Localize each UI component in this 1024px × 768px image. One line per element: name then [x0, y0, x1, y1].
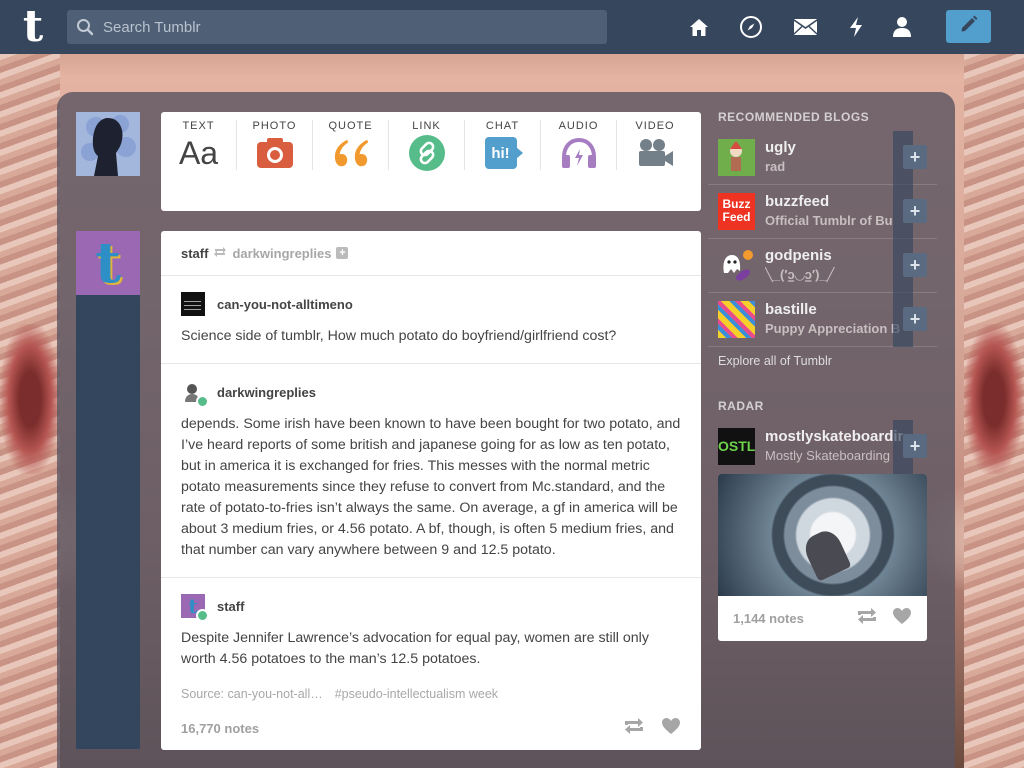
post-type-video[interactable]: VIDEO — [617, 120, 693, 170]
tumblr-logo[interactable]: t — [17, 5, 49, 49]
blog-name: buzzfeed — [765, 193, 830, 210]
reblog-small-icon — [213, 246, 227, 261]
reblog-user-avatar[interactable] — [181, 380, 209, 408]
reblog-entry: can-you-not-alltimeno Science side of tu… — [161, 276, 701, 364]
post-type-photo[interactable]: PHOTO — [237, 120, 313, 170]
explore-link[interactable]: Explore all of Tumblr — [718, 354, 832, 368]
text-icon: Aa — [178, 134, 219, 171]
reblog-entry: darkwingreplies depends. Some irish have… — [161, 364, 701, 578]
recommended-blog[interactable]: Buzz Feed buzzfeed Official Tumblr of Bu … — [708, 185, 937, 239]
radar-blog[interactable]: OSTL mostlyskateboarding Mostly Skateboa… — [708, 420, 937, 474]
blog-subtitle: Puppy Appreciation B — [765, 321, 901, 336]
my-avatar[interactable] — [76, 112, 140, 176]
blog-name: godpenis — [765, 247, 832, 264]
quote-icon — [332, 136, 370, 170]
post-type-bar: TEXT Aa PHOTO QUOTE LINK CHAT hi! AUDIO — [161, 112, 701, 211]
background-right-edge — [964, 54, 1024, 768]
follow-plus-icon[interactable]: + — [903, 199, 927, 223]
like-heart-icon[interactable] — [892, 607, 912, 630]
post-tag[interactable]: #pseudo-intellectualism week — [335, 687, 498, 701]
inbox-envelope-icon[interactable] — [792, 14, 818, 40]
post-type-link[interactable]: LINK — [389, 120, 465, 171]
pencil-icon — [959, 14, 979, 39]
staff-avatar[interactable]: t — [76, 230, 140, 296]
home-icon[interactable] — [686, 14, 712, 40]
recommended-blog[interactable]: godpenis ╲_(′ɔ͇◡ɔ͇′)_╱ + — [708, 239, 937, 293]
reblog-icon[interactable] — [623, 717, 645, 740]
source-link[interactable]: Source: can-you-not-all… — [181, 687, 323, 701]
post-type-audio[interactable]: AUDIO — [541, 120, 617, 170]
radar-title: RADAR — [718, 399, 764, 413]
notes-count[interactable]: 16,770 notes — [181, 721, 259, 736]
compose-button[interactable] — [946, 10, 991, 43]
blog-subtitle: ╲_(′ɔ͇◡ɔ͇′)_╱ — [765, 267, 835, 282]
reblog-text: Science side of tumblr, How much potato … — [181, 328, 617, 344]
reblog-user-avatar[interactable] — [181, 292, 205, 316]
account-person-icon[interactable] — [889, 14, 915, 40]
reblog-entry: t staff Despite Jennifer Lawrence’s advo… — [161, 578, 701, 686]
post-header: staff darkwingreplies + — [161, 231, 701, 276]
blog-name: ugly — [765, 139, 796, 156]
radar-blog-subtitle: Mostly Skateboarding — [765, 448, 891, 463]
radar-blog-name: mostlyskateboarding — [765, 428, 903, 445]
radar-post-image[interactable] — [718, 474, 927, 596]
reblog-user-name[interactable]: darkwingreplies — [217, 385, 316, 400]
link-icon — [408, 135, 446, 171]
chat-icon: hi! — [484, 136, 523, 170]
follow-plus-icon[interactable]: + — [903, 253, 927, 277]
top-header: t — [0, 0, 1024, 54]
background-left-edge — [0, 54, 60, 768]
video-camera-icon — [636, 136, 674, 170]
blog-subtitle: rad — [765, 159, 786, 174]
recommended-blogs-title: RECOMMENDED BLOGS — [718, 110, 870, 124]
reblog-user-avatar[interactable]: t — [181, 594, 209, 622]
recommended-blog[interactable]: ugly rad + — [708, 131, 937, 185]
post-type-chat[interactable]: CHAT hi! — [465, 120, 541, 170]
reblog-text: Despite Jennifer Lawrence’s advocation f… — [181, 630, 649, 667]
explore-compass-icon[interactable] — [738, 14, 764, 40]
buzzfeed-logo-icon: Buzz Feed — [718, 193, 755, 230]
ghost-eggplant-icon — [718, 247, 755, 284]
radar-notes-count[interactable]: 1,144 notes — [733, 611, 804, 626]
search-input[interactable] — [103, 18, 607, 36]
follow-plus-icon[interactable]: + — [903, 434, 927, 458]
post-author-link[interactable]: staff — [181, 246, 208, 261]
blog-name: bastille — [765, 301, 817, 318]
reblog-icon[interactable] — [856, 607, 878, 630]
reblog-text: depends. Some irish have been known to h… — [181, 416, 681, 558]
like-heart-icon[interactable] — [661, 717, 681, 740]
blog-avatar — [718, 301, 755, 338]
follow-plus-icon[interactable]: + — [903, 145, 927, 169]
ostl-logo-icon: OSTL — [718, 428, 755, 465]
post-source-line: Source: can-you-not-all… #pseudo-intellec… — [181, 687, 498, 701]
post-type-quote[interactable]: QUOTE — [313, 120, 389, 170]
search-bar[interactable] — [67, 10, 607, 44]
search-icon — [67, 18, 103, 36]
reblog-user-name[interactable]: staff — [217, 599, 244, 614]
follow-plus-icon[interactable]: + — [336, 247, 349, 259]
camera-icon — [256, 136, 294, 170]
headphones-icon — [560, 136, 598, 170]
blog-avatar — [718, 139, 755, 176]
post-card: staff darkwingreplies + can-you-not-allt… — [161, 231, 701, 750]
follow-plus-icon[interactable]: + — [903, 307, 927, 331]
blog-subtitle: Official Tumblr of Bu — [765, 213, 893, 228]
reblogged-from-link[interactable]: darkwingreplies — [232, 246, 331, 261]
radar-post-card: 1,144 notes — [718, 474, 927, 641]
activity-lightning-icon[interactable] — [843, 14, 869, 40]
avatar-rail — [76, 295, 140, 749]
reblog-user-name[interactable]: can-you-not-alltimeno — [217, 297, 353, 312]
post-footer: 16,770 notes — [181, 717, 681, 740]
post-type-text[interactable]: TEXT Aa — [161, 120, 237, 171]
recommended-blog[interactable]: bastille Puppy Appreciation B + — [708, 293, 937, 347]
